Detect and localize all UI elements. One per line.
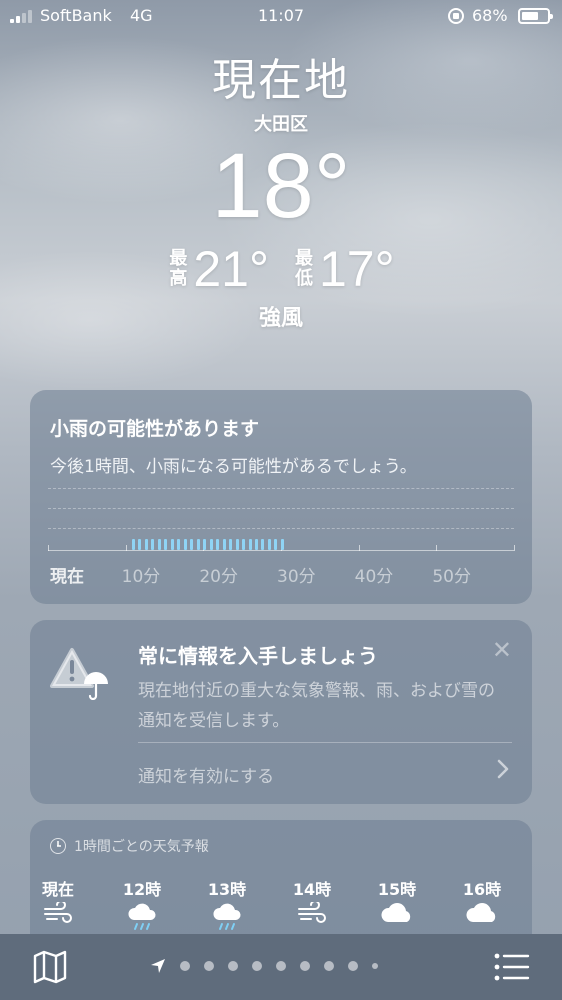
rain-bar — [274, 539, 278, 550]
axis-label: 30分 — [277, 567, 316, 587]
page-dot[interactable] — [252, 961, 262, 971]
rain-bar — [131, 539, 135, 550]
hour-label: 12時 — [122, 880, 162, 899]
rain-bar — [138, 539, 142, 550]
precipitation-description: 今後1時間、小雨になる可能性があるでしょう。 — [50, 457, 417, 477]
rain-bar — [190, 539, 194, 550]
hour-label: 13時 — [207, 880, 247, 899]
current-temperature: 18° — [211, 135, 351, 237]
hour-label: 15時 — [377, 880, 417, 899]
bottom-toolbar — [0, 934, 562, 1000]
rain-bar — [151, 539, 155, 550]
district-name: 大田区 — [254, 114, 308, 135]
battery-percent: 68% — [472, 6, 508, 25]
precipitation-time-axis: 現在 10分 20分 30分 40分 50分 — [48, 562, 514, 587]
battery-icon — [518, 8, 553, 24]
hourly-forecast-row[interactable]: 現在 12時 13時 14時 15時 16時 — [30, 876, 532, 936]
precipitation-card[interactable]: 小雨の可能性があります 今後1時間、小雨になる可能性があるでしょう。 現在 10分… — [30, 390, 532, 604]
notification-card: ✕ 常に情報を入手しましょう 現在地付近の重大な気象警報、雨、および雪の通知を受… — [30, 620, 532, 804]
axis-tick — [436, 545, 438, 551]
rain-bar — [280, 539, 284, 550]
hourly-forecast-header: 1時間ごとの天気予報 — [50, 836, 209, 856]
warning-umbrella-icon — [50, 646, 120, 701]
page-dot[interactable] — [204, 961, 214, 971]
cloud-icon — [357, 902, 437, 924]
rain-bar — [222, 539, 226, 550]
high-low: 最高 21° 最低 17° — [0, 240, 562, 298]
axis-tick — [48, 545, 49, 551]
chevron-right-icon[interactable] — [496, 758, 510, 786]
page-dot[interactable] — [276, 961, 286, 971]
wind-icon — [272, 902, 352, 924]
precipitation-chart — [48, 488, 515, 568]
rain-bar — [261, 539, 265, 550]
high-value: 21° — [193, 241, 269, 297]
axis-label: 現在 — [50, 567, 84, 587]
axis-label: 10分 — [121, 567, 161, 587]
divider — [138, 742, 512, 743]
low-temp: 最低 17° — [293, 240, 395, 298]
rain-bar — [144, 539, 148, 550]
rain-bar — [170, 539, 174, 550]
page-dot[interactable] — [300, 961, 310, 971]
axis-label: 40分 — [354, 567, 394, 587]
high-label: 最高 — [169, 248, 188, 289]
close-icon[interactable]: ✕ — [492, 636, 512, 664]
axis-tick — [358, 545, 360, 551]
rain-bar — [216, 539, 220, 550]
page-dot[interactable] — [180, 961, 190, 971]
rain-bar — [157, 539, 161, 550]
low-label: 最低 — [295, 248, 313, 289]
rain-bar — [177, 539, 181, 550]
hour-label: 16時 — [462, 880, 502, 899]
page-dot[interactable] — [348, 961, 358, 971]
rotation-lock-icon — [448, 8, 464, 24]
cloud-rain-icon — [187, 902, 267, 932]
cloud-rain-icon — [102, 902, 182, 932]
rain-bar — [235, 539, 239, 550]
axis-tick — [125, 545, 127, 551]
rain-bar — [248, 539, 252, 550]
page-dot[interactable] — [372, 963, 378, 969]
cloud-icon — [442, 902, 522, 924]
page-dot[interactable] — [228, 961, 238, 971]
rain-bar — [196, 539, 200, 550]
list-icon[interactable] — [494, 952, 530, 986]
rain-bar — [203, 539, 207, 550]
notification-description: 現在地付近の重大な気象警報、雨、および雪の通知を受信します。 — [138, 681, 495, 731]
wind-icon — [18, 902, 98, 924]
rain-bar — [164, 539, 168, 550]
weather-condition: 強風 — [258, 306, 303, 331]
hour-label: 現在 — [41, 880, 74, 899]
weather-header: 現在地 大田区 18° 最高 21° 最低 17° 強風 — [0, 44, 562, 332]
precipitation-title: 小雨の可能性があります — [50, 418, 260, 440]
high-temp: 最高 21° — [167, 240, 269, 298]
hourly-forecast-title: 1時間ごとの天気予報 — [74, 839, 209, 855]
axis-label: 20分 — [199, 567, 238, 587]
axis-label: 50分 — [432, 567, 471, 587]
axis-tick — [514, 545, 515, 551]
rain-bar — [255, 539, 258, 550]
clock-icon — [50, 838, 66, 854]
low-value: 17° — [319, 241, 395, 297]
rain-bar — [209, 539, 213, 550]
status-bar: SoftBank 4G 11:07 68% — [0, 0, 562, 34]
map-icon[interactable] — [32, 950, 68, 988]
location-name: 現在地 — [212, 55, 350, 106]
hour-label: 14時 — [292, 880, 332, 899]
rain-bar — [242, 539, 246, 550]
page-indicator[interactable] — [150, 958, 378, 974]
rain-bar — [229, 539, 233, 550]
rain-bar — [183, 539, 187, 550]
notification-title: 常に情報を入手しましょう — [138, 644, 378, 668]
page-dot[interactable] — [324, 961, 334, 971]
rain-bar — [267, 539, 271, 550]
enable-notifications-button[interactable]: 通知を有効にする — [138, 762, 274, 787]
location-arrow-icon — [151, 959, 165, 973]
